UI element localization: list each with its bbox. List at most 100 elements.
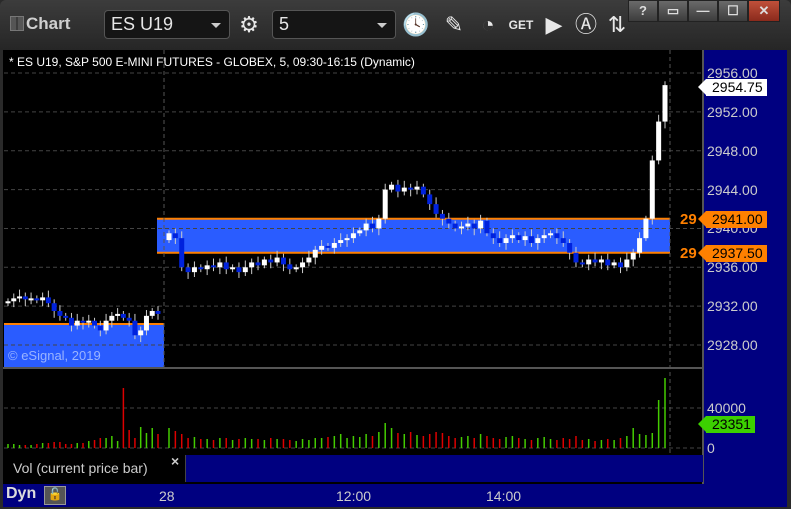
candle-body: [172, 233, 178, 239]
candle-body: [179, 238, 185, 268]
price-label: 2948.00: [707, 142, 758, 159]
candle-body: [17, 296, 23, 299]
candle-body: [312, 249, 318, 258]
candle-body: [120, 313, 126, 318]
current-volume-tag: 23351: [698, 416, 755, 433]
candle-body: [414, 186, 420, 190]
candle-body: [389, 184, 395, 190]
candle-body: [5, 301, 11, 304]
candle-body: [236, 267, 242, 273]
candle-body: [586, 259, 592, 265]
candle-body: [331, 242, 337, 248]
candle-body: [338, 240, 344, 243]
candle-body: [376, 218, 382, 229]
candle-body: [516, 235, 522, 241]
candle-body: [452, 223, 458, 229]
candle-body: [637, 238, 643, 253]
close-study-icon[interactable]: ×: [171, 453, 179, 469]
price-label: 2932.00: [707, 298, 758, 315]
candle-body: [579, 262, 585, 265]
candle-body: [484, 220, 490, 234]
candle-body: [223, 262, 229, 270]
candle-body: [395, 184, 401, 192]
candle-body: [611, 262, 617, 266]
candle-body: [293, 267, 299, 270]
candle-body: [185, 267, 191, 273]
candle-body: [287, 264, 293, 270]
candle-body: [109, 315, 115, 321]
candle-body: [541, 235, 547, 239]
chart-header: * ES U19, S&P 500 E-MINI FUTURES - GLOBE…: [9, 55, 415, 69]
candle-body: [560, 238, 566, 243]
candle-body: [382, 189, 388, 219]
candle-body: [439, 213, 445, 219]
candle-body: [446, 218, 452, 224]
level-left-high: 29: [680, 211, 697, 228]
level-left-low: 29: [680, 245, 697, 262]
level-high-tag: 2941.00: [698, 211, 767, 228]
candle-body: [274, 257, 280, 263]
candle-body: [40, 297, 46, 301]
chart-svg: [3, 50, 704, 484]
candle-body: [465, 223, 471, 227]
price-label: 2944.00: [707, 181, 758, 198]
candle-body: [548, 233, 554, 236]
candle-body: [535, 238, 541, 243]
candle-body: [325, 245, 331, 248]
candle-body: [51, 303, 57, 311]
candle-body: [80, 320, 86, 323]
candle-body: [255, 262, 261, 266]
candle-body: [86, 320, 92, 323]
lock-icon[interactable]: 🔓: [44, 486, 66, 505]
x-label-1200: 12:00: [336, 488, 372, 504]
candle-body: [204, 265, 210, 270]
candle-body: [138, 330, 144, 336]
candle-body: [554, 233, 560, 239]
candle-body: [103, 320, 109, 331]
candle-body: [68, 317, 74, 326]
level-low-tag: 2937.50: [698, 245, 767, 262]
price-label: 2952.00: [707, 103, 758, 120]
candle-body: [155, 310, 161, 314]
candle-body: [115, 313, 121, 316]
x-label-1400: 14:00: [486, 488, 522, 504]
candle-body: [350, 233, 356, 239]
candle-body: [166, 233, 172, 241]
candle-body: [401, 187, 407, 192]
candle-body: [598, 259, 604, 263]
candle-body: [433, 204, 439, 214]
candle-body: [490, 233, 496, 239]
candle-body: [662, 85, 668, 122]
candle-body: [643, 218, 649, 239]
candle-body: [509, 235, 515, 239]
candle-body: [198, 267, 204, 270]
candle-body: [630, 252, 636, 260]
candle-body: [92, 320, 98, 326]
candle-body: [420, 186, 426, 195]
candle-body: [34, 298, 40, 301]
candle-body: [522, 236, 528, 241]
candle-body: [268, 259, 274, 263]
value-area-band: [157, 218, 670, 253]
candle-body: [11, 298, 17, 302]
price-label: 2928.00: [707, 337, 758, 354]
candle-body: [132, 320, 138, 336]
dynamic-mode-button[interactable]: Dyn: [6, 485, 36, 503]
candle-body: [344, 238, 350, 241]
candle-body: [280, 257, 286, 265]
time-axis[interactable]: [3, 484, 787, 507]
candle-body: [191, 267, 197, 273]
current-price-tag: 2954.75: [698, 79, 767, 96]
candle-body: [306, 257, 312, 263]
candle-body: [408, 187, 414, 190]
candle-body: [528, 236, 534, 243]
candle-body: [45, 297, 51, 304]
volume-label-40000: 40000: [707, 400, 746, 416]
candle-body: [63, 315, 69, 318]
study-label: Vol (current price bar): [13, 460, 148, 476]
candle-body: [242, 267, 248, 273]
candle-body: [28, 298, 34, 301]
candle-body: [605, 259, 611, 266]
candle-body: [471, 223, 477, 229]
candle-body: [74, 320, 80, 326]
